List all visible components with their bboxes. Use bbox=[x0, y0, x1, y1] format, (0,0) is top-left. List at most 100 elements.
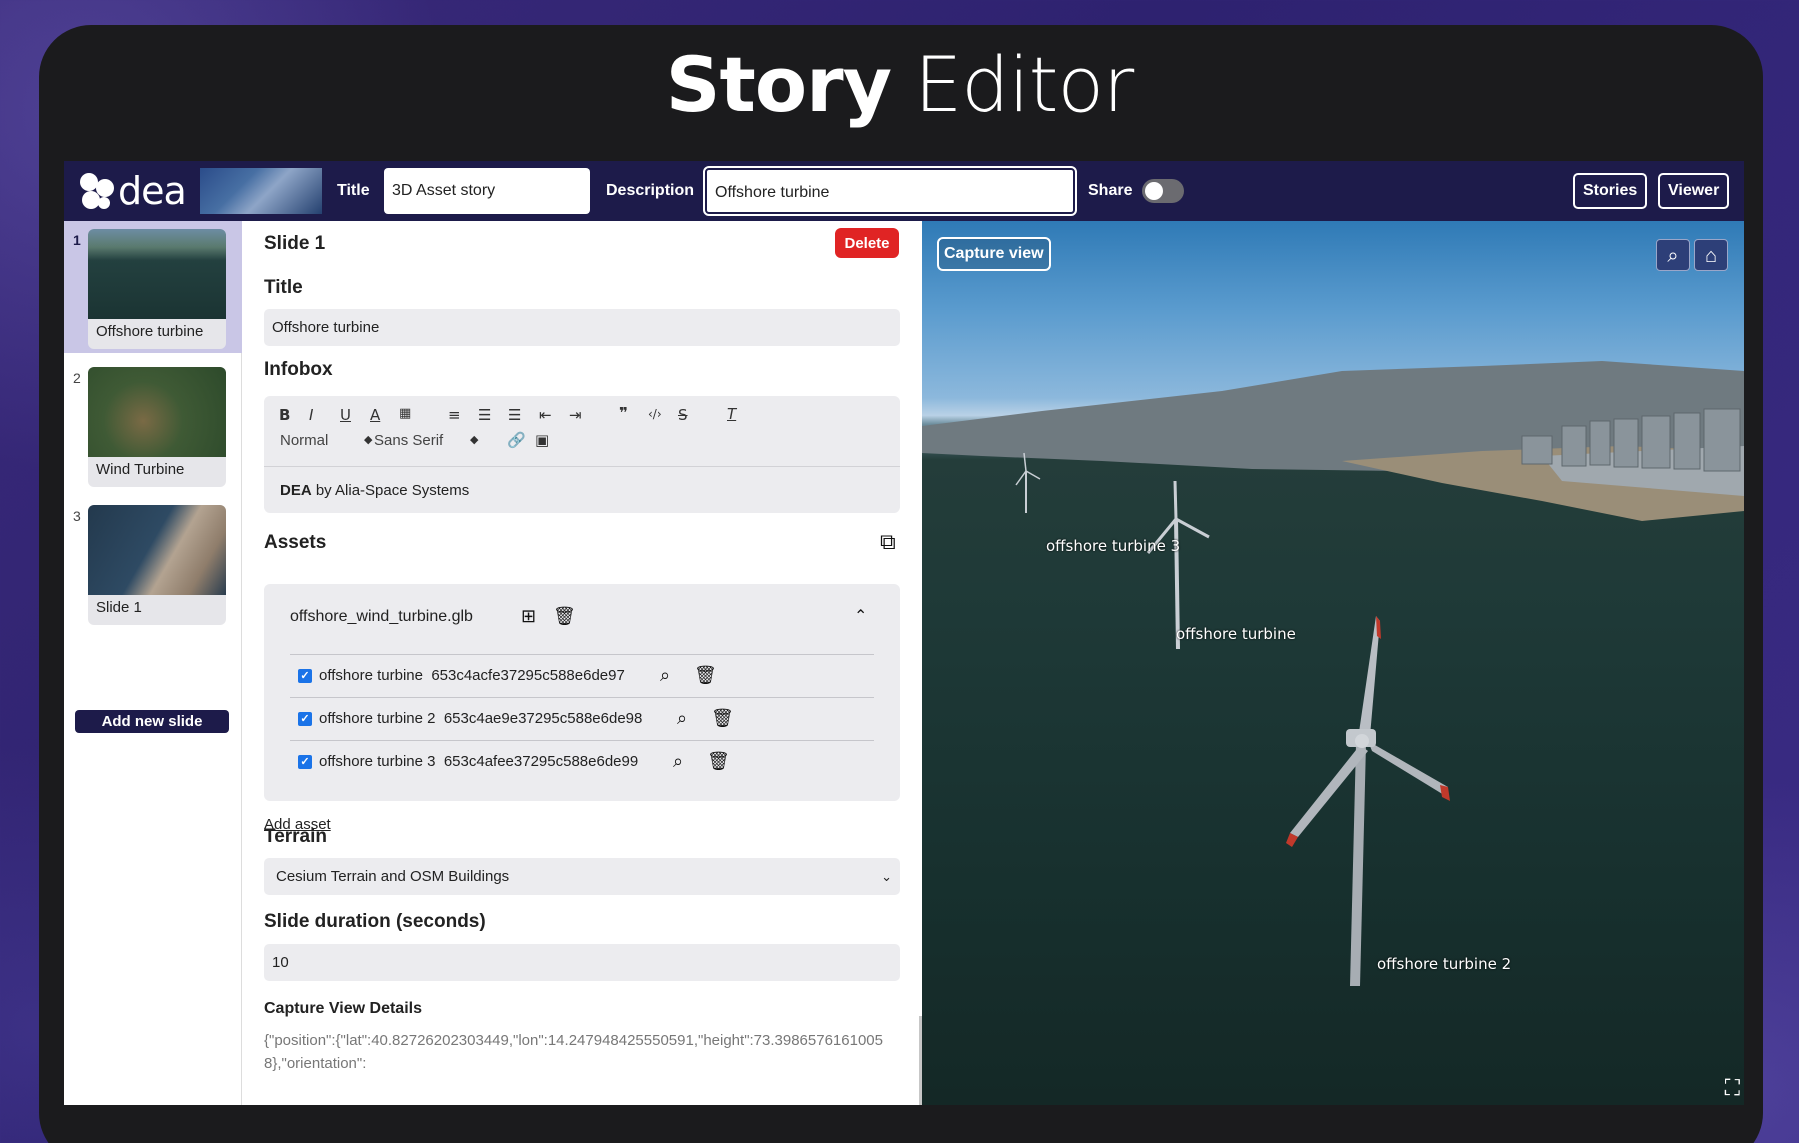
infobox-content[interactable]: DEA by Alia-Space Systems bbox=[280, 482, 469, 499]
turbine-label: offshore turbine 2 bbox=[1377, 955, 1512, 973]
toolbar-divider bbox=[264, 466, 900, 467]
add-new-slide-button[interactable]: Add new slide bbox=[75, 710, 229, 733]
align-icon[interactable]: ≡ bbox=[448, 406, 461, 424]
home-icon[interactable]: ⌂ bbox=[1694, 239, 1728, 271]
bold-icon[interactable]: B bbox=[279, 406, 290, 424]
delete-button[interactable]: Delete bbox=[835, 228, 899, 258]
toggle-knob bbox=[1145, 182, 1163, 200]
format-select-caret-icon[interactable]: ◆ bbox=[364, 433, 372, 446]
infobox-section-label: Infobox bbox=[264, 359, 333, 380]
fullscreen-icon[interactable]: ⛶ bbox=[1725, 1075, 1740, 1101]
font-select-caret-icon[interactable]: ◆ bbox=[470, 433, 478, 446]
slide-title: Offshore turbine bbox=[96, 323, 204, 340]
terrain-section-label: Terrain bbox=[264, 826, 328, 847]
app-window: dea Title 3D Asset story Description Off… bbox=[64, 161, 1744, 1105]
outdent-icon[interactable]: ⇤ bbox=[539, 406, 552, 424]
slide-title: Wind Turbine bbox=[96, 461, 185, 478]
slide-title: Slide 1 bbox=[96, 599, 142, 616]
asset-row: ✓ offshore turbine 2 653c4ae9e37295c588e… bbox=[290, 697, 874, 740]
asset-checkbox[interactable]: ✓ bbox=[298, 712, 312, 726]
description-input[interactable]: Offshore turbine bbox=[703, 166, 1077, 216]
zoom-to-icon[interactable]: ⌕ bbox=[677, 708, 687, 729]
story-thumbnail bbox=[200, 168, 322, 214]
zoom-to-icon[interactable]: ⌕ bbox=[673, 751, 683, 772]
share-label: Share bbox=[1088, 182, 1133, 199]
stories-button[interactable]: Stories bbox=[1573, 173, 1648, 209]
trash-icon[interactable]: 🗑 bbox=[694, 665, 717, 686]
add-instance-icon[interactable]: ⊞ bbox=[521, 606, 536, 627]
turbine-label: offshore turbine 3 bbox=[1046, 537, 1181, 555]
slide-number: 3 bbox=[73, 508, 81, 524]
chevron-down-icon: ⌄ bbox=[881, 869, 892, 884]
asset-name: offshore turbine 3 653c4afee37295c588e6d… bbox=[319, 753, 639, 770]
search-icon[interactable]: ⌕ bbox=[1656, 239, 1690, 271]
page-headline: Story Editor bbox=[665, 40, 1134, 129]
slides-sidebar: 1 Offshore turbine 2 Wind Turbine 3 Slid… bbox=[64, 221, 242, 1105]
image-icon[interactable]: ▣ bbox=[535, 431, 549, 449]
capture-details-label: Capture View Details bbox=[264, 1000, 422, 1017]
asset-name: offshore turbine 653c4acfe37295c588e6de9… bbox=[319, 667, 625, 684]
slide-heading: Slide 1 bbox=[264, 233, 326, 254]
zoom-to-icon[interactable]: ⌕ bbox=[660, 665, 670, 686]
assets-section-label: Assets bbox=[264, 532, 327, 553]
turbine-label: offshore turbine bbox=[1176, 625, 1296, 643]
top-bar: dea Title 3D Asset story Description Off… bbox=[64, 161, 1744, 221]
ordered-list-icon[interactable]: ☰ bbox=[478, 406, 491, 424]
assets-panel: offshore_wind_turbine.glb ⊞ 🗑 ⌃ ✓ offsho… bbox=[264, 584, 900, 801]
duration-section-label: Slide duration (seconds) bbox=[264, 911, 486, 932]
background-color-icon[interactable]: ▦ bbox=[399, 406, 411, 421]
font-color-icon[interactable]: A bbox=[370, 406, 380, 424]
trash-icon[interactable]: 🗑 bbox=[707, 751, 730, 772]
slide-card: Slide 1 bbox=[88, 505, 226, 625]
slide-number: 1 bbox=[73, 232, 81, 248]
slide-item-3[interactable]: 3 Slide 1 bbox=[64, 497, 242, 629]
slide-card: Offshore turbine bbox=[88, 229, 226, 349]
slide-number: 2 bbox=[73, 370, 81, 386]
font-select[interactable]: Sans Serif bbox=[374, 432, 443, 449]
format-select[interactable]: Normal bbox=[280, 432, 328, 449]
dea-logo[interactable]: dea bbox=[78, 169, 187, 213]
logo-text: dea bbox=[118, 169, 187, 213]
slide-thumbnail bbox=[88, 505, 226, 595]
asset-row: ✓ offshore turbine 653c4acfe37295c588e6d… bbox=[290, 654, 874, 697]
open-external-icon[interactable]: ⧉ bbox=[880, 529, 896, 555]
capture-details-text: {"position":{"lat":40.82726202303449,"lo… bbox=[264, 1032, 883, 1072]
description-label: Description bbox=[606, 182, 695, 199]
slide-title-input[interactable]: Offshore turbine bbox=[264, 309, 900, 346]
asset-checkbox[interactable]: ✓ bbox=[298, 755, 312, 769]
asset-row: ✓ offshore turbine 3 653c4afee37295c588e… bbox=[290, 740, 874, 783]
asset-name: offshore turbine 2 653c4ae9e37295c588e6d… bbox=[319, 710, 643, 727]
title-input[interactable]: 3D Asset story bbox=[384, 168, 590, 214]
strikethrough-icon[interactable]: S bbox=[678, 406, 688, 424]
code-block-icon[interactable]: ‹/› bbox=[648, 407, 662, 421]
map-viewer[interactable]: Capture view ⌕ ⌂ offshore turbine 3 offs… bbox=[922, 221, 1744, 1105]
clear-format-icon[interactable]: T bbox=[727, 405, 736, 423]
link-icon[interactable]: 🔗 bbox=[507, 431, 526, 449]
terrain-select[interactable]: Cesium Terrain and OSM Buildings ⌄ bbox=[264, 858, 900, 895]
share-toggle[interactable] bbox=[1142, 179, 1184, 203]
viewer-button[interactable]: Viewer bbox=[1658, 173, 1730, 209]
blockquote-icon[interactable]: ❞ bbox=[619, 404, 628, 422]
asset-checkbox[interactable]: ✓ bbox=[298, 669, 312, 683]
scene-graphic bbox=[922, 361, 1744, 986]
underline-icon[interactable]: U bbox=[340, 406, 351, 424]
title-label: Title bbox=[337, 182, 370, 199]
slide-item-1[interactable]: 1 Offshore turbine bbox=[64, 221, 242, 353]
slide-thumbnail bbox=[88, 229, 226, 319]
trash-icon[interactable]: 🗑 bbox=[711, 708, 734, 729]
title-section-label: Title bbox=[264, 277, 303, 298]
asset-file-name: offshore_wind_turbine.glb bbox=[290, 608, 473, 625]
italic-icon[interactable]: I bbox=[309, 406, 313, 424]
slide-item-2[interactable]: 2 Wind Turbine bbox=[64, 359, 242, 491]
infobox-editor: B I U A ▦ ≡ ☰ ☰ ⇤ ⇥ ❞ ‹/› S T Normal ◆ S… bbox=[264, 396, 900, 513]
bullet-list-icon[interactable]: ☰ bbox=[508, 406, 521, 424]
indent-icon[interactable]: ⇥ bbox=[569, 406, 582, 424]
trash-icon[interactable]: 🗑 bbox=[553, 606, 576, 627]
duration-input[interactable]: 10 bbox=[264, 944, 900, 981]
capture-view-button[interactable]: Capture view bbox=[937, 237, 1051, 271]
slide-thumbnail bbox=[88, 367, 226, 457]
slide-editor: Slide 1 Delete Title Offshore turbine In… bbox=[247, 221, 925, 1105]
chevron-up-icon[interactable]: ⌃ bbox=[854, 606, 867, 626]
logo-icon bbox=[78, 171, 116, 211]
slide-card: Wind Turbine bbox=[88, 367, 226, 487]
